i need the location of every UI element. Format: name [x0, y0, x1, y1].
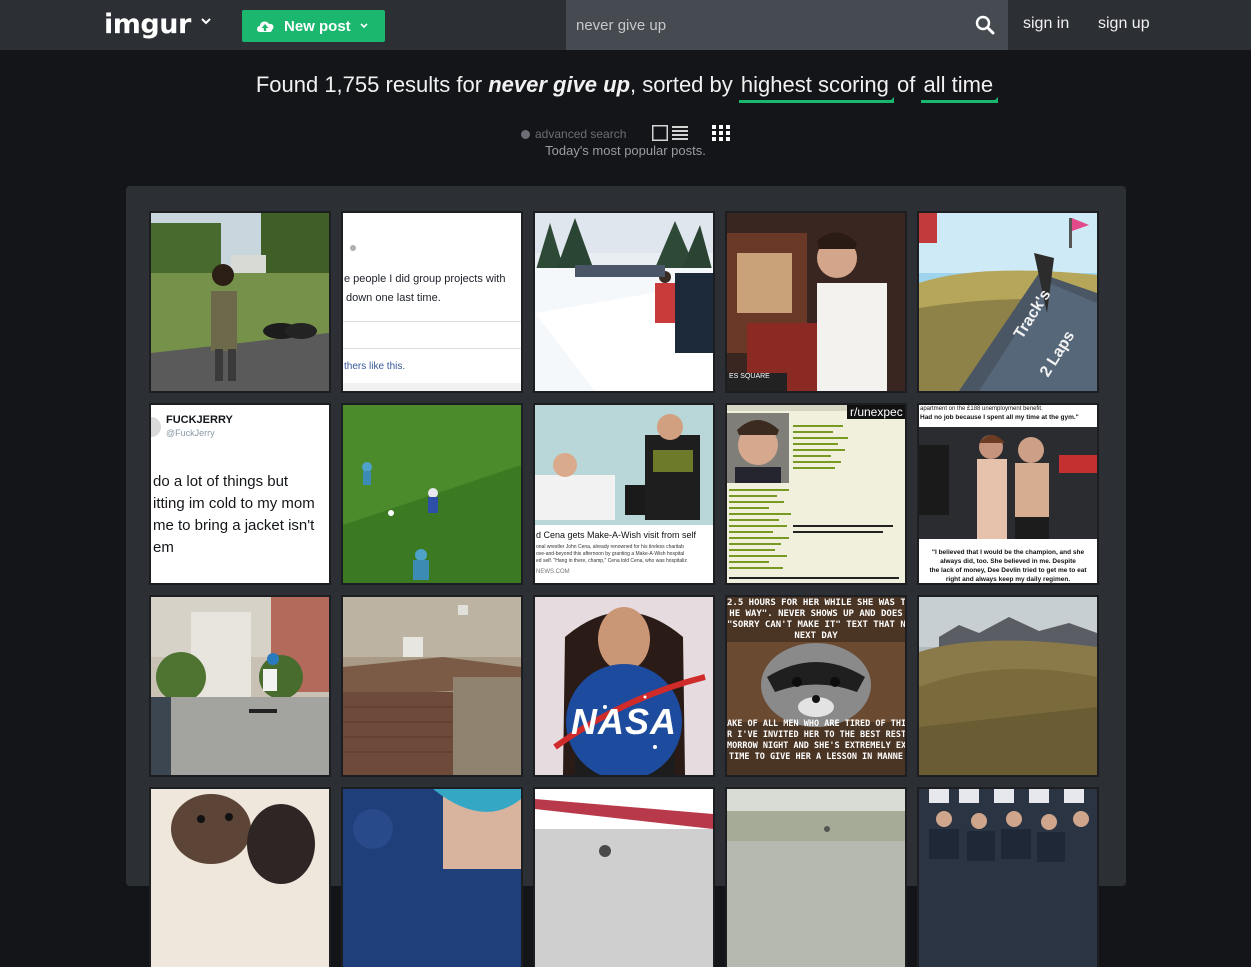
- post-thumbnail[interactable]: e people I did group projects with down …: [341, 211, 523, 393]
- search-bar: [566, 0, 1008, 50]
- post-thumbnail[interactable]: [533, 211, 715, 393]
- tile-text: "I believed that I would be the champion…: [931, 549, 1085, 556]
- tile-text: MORROW NIGHT AND SHE'S EXTREMELY EX: [727, 741, 905, 751]
- post-thumbnail[interactable]: [917, 595, 1099, 777]
- top-bar: imgur New post sign in sign up: [0, 0, 1251, 50]
- tile-text: right and always keep my daily regimen.: [945, 576, 1071, 583]
- results-heading: Found 1,755 results for never give up, s…: [0, 72, 1251, 103]
- chevron-down-icon[interactable]: [199, 14, 213, 28]
- tile-text: the lack of money, Dee Devlin tried to g…: [929, 567, 1087, 574]
- tile-text: R I'VE INVITED HER TO THE BEST RESTAU: [727, 730, 905, 740]
- post-thumbnail[interactable]: FUCKJERRY @FuckJerry do a lot of things …: [149, 403, 331, 585]
- tile-text: always did, too. She believed in me. Des…: [940, 558, 1076, 565]
- radio-dot-icon: [521, 130, 530, 139]
- thumbnail-image: [535, 213, 713, 391]
- tile-text: ed self. "Hang in there, champ," Cena to…: [536, 558, 687, 564]
- results-count-text: Found 1,755 results for: [255, 72, 483, 97]
- thumbnail-image: [535, 597, 713, 775]
- tile-text: ES SQUARE: [729, 373, 770, 380]
- thumbnail-image: [919, 789, 1097, 967]
- tile-text: HE WAY". NEVER SHOWS UP AND DOES: [729, 609, 903, 619]
- post-thumbnail[interactable]: [917, 787, 1099, 967]
- tile-text: d Cena gets Make-A-Wish visit from self: [536, 530, 697, 540]
- tile-text: e people I did group projects with: [344, 273, 506, 285]
- tile-text: NASA: [570, 701, 677, 742]
- thumbnail-image: [727, 789, 905, 967]
- thumbnail-image: [343, 789, 521, 967]
- tile-text: AKE OF ALL MEN WHO ARE TIRED OF THIS: [727, 719, 905, 729]
- tile-text: onal wrestler John Cena, already renowne…: [536, 544, 684, 550]
- sort-dropdown[interactable]: highest scoring: [738, 72, 894, 103]
- post-thumbnail[interactable]: Track's 2 Laps: [917, 211, 1099, 393]
- new-post-label: New post: [284, 18, 351, 35]
- cloud-upload-icon: [257, 21, 274, 32]
- thumbnail-image: [727, 405, 905, 583]
- thumbnail-image: [535, 789, 713, 967]
- thumbnail-image: [919, 597, 1097, 775]
- thumbnail-image: [151, 213, 329, 391]
- chevron-down-icon: [360, 23, 368, 29]
- tile-text: do a lot of things but: [153, 473, 289, 490]
- tile-text: thers like this.: [344, 361, 406, 372]
- post-thumbnail[interactable]: [725, 787, 907, 967]
- post-thumbnail[interactable]: NASA: [533, 595, 715, 777]
- sorted-by-text: , sorted by: [630, 72, 733, 97]
- tile-text: NEXT DAY: [794, 631, 838, 641]
- post-thumbnail[interactable]: [149, 595, 331, 777]
- tile-text: NEWS.COM: [536, 569, 570, 575]
- tile-text: me to bring a jacket isn't: [153, 517, 315, 534]
- advanced-search-label: advanced search: [535, 127, 627, 141]
- search-icon[interactable]: [974, 14, 996, 36]
- tile-text: ove-and-beyond this afternoon by grantin…: [536, 551, 685, 557]
- tile-text: itting im cold to my mom: [153, 495, 315, 512]
- tile-text: TIME TO GIVE HER A LESSON IN MANNE: [729, 752, 903, 762]
- tile-text: r/unexpec: [850, 405, 903, 419]
- advanced-search-toggle[interactable]: advanced search: [521, 127, 626, 141]
- results-query: never give up: [488, 72, 631, 97]
- time-range-dropdown[interactable]: all time: [921, 72, 998, 103]
- post-thumbnail[interactable]: ES SQUARE: [725, 211, 907, 393]
- imgur-logo[interactable]: imgur: [104, 9, 191, 40]
- post-thumbnail[interactable]: d Cena gets Make-A-Wish visit from self …: [533, 403, 715, 585]
- thumbnail-image: [151, 597, 329, 775]
- post-thumbnail[interactable]: [533, 787, 715, 967]
- thumbnail-image: [151, 789, 329, 967]
- post-thumbnail[interactable]: [341, 403, 523, 585]
- tile-text: "SORRY CAN'T MAKE IT" TEXT THAT NI: [727, 620, 905, 630]
- post-thumbnail[interactable]: 2.5 HOURS FOR HER WHILE SHE WAS T HE WAY…: [725, 595, 907, 777]
- tile-text: 2.5 HOURS FOR HER WHILE SHE WAS T: [727, 598, 905, 608]
- post-thumbnail[interactable]: apartment on the £188 unemployment benef…: [917, 403, 1099, 585]
- new-post-button[interactable]: New post: [242, 10, 385, 42]
- thumbnail-image: [343, 597, 521, 775]
- results-grid: e people I did group projects with down …: [126, 186, 1126, 967]
- tile-text: FUCKJERRY: [166, 414, 233, 426]
- tile-text: em: [153, 539, 174, 556]
- sign-in-link[interactable]: sign in: [1023, 15, 1069, 33]
- of-text: of: [897, 72, 916, 97]
- thumbnail-image: [919, 213, 1097, 391]
- post-thumbnail[interactable]: [341, 595, 523, 777]
- post-thumbnail[interactable]: [149, 787, 331, 967]
- thumbnail-image: [343, 405, 521, 583]
- thumbnail-image: [919, 405, 1097, 583]
- post-thumbnail[interactable]: [149, 211, 331, 393]
- tile-text: @FuckJerry: [166, 428, 215, 438]
- list-view-icon[interactable]: [652, 125, 688, 141]
- post-thumbnail[interactable]: r/unexpec: [725, 403, 907, 585]
- thumbnail-image: [727, 213, 905, 391]
- results-subtitle: Today's most popular posts.: [545, 143, 706, 158]
- tile-text: Had no job because I spent all my time a…: [920, 414, 1079, 421]
- search-input[interactable]: [566, 0, 966, 50]
- sign-up-link[interactable]: sign up: [1098, 15, 1150, 33]
- grid-view-icon[interactable]: [712, 125, 731, 141]
- tile-text: down one last time.: [346, 292, 441, 304]
- post-thumbnail[interactable]: [341, 787, 523, 967]
- tile-text: apartment on the £188 unemployment benef…: [920, 406, 1043, 412]
